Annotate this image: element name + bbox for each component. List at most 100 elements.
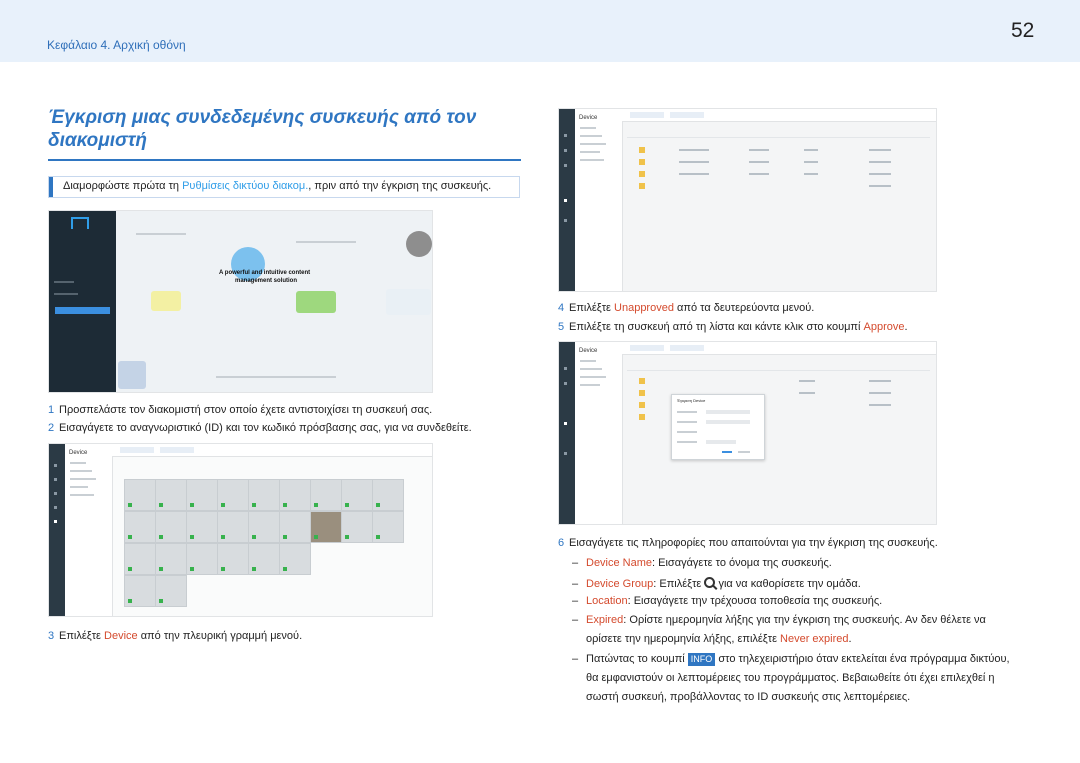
login-panel [49, 211, 116, 392]
page-header [0, 0, 1080, 62]
expired-input [706, 440, 736, 444]
bullet-label: Location [586, 595, 628, 607]
step-text-end: από τα δευτερεύοντα μενού. [673, 302, 815, 314]
bullet-text-end: για να καθορίσετε την ομάδα. [715, 578, 861, 590]
table-cell [799, 392, 815, 394]
bullet-text: : Εισαγάγετε το όνομα της συσκευής. [652, 557, 832, 569]
never-expired-label: Never expired [780, 633, 849, 645]
device-icon [564, 199, 567, 202]
status-icon [345, 535, 349, 539]
avatar-photo [406, 231, 432, 257]
bullet-device-group: – Device Group: Επιλέξτε για να καθορίσετ… [572, 577, 861, 590]
tab [630, 345, 664, 351]
approve-dialog-screenshot: Device Έγκριση Device [558, 341, 937, 525]
table-cell [869, 149, 891, 151]
device-tiles-screenshot: Device [48, 443, 433, 617]
status-icon [159, 567, 163, 571]
field-label [677, 441, 697, 443]
status-icon [128, 599, 132, 603]
table-cell [799, 380, 815, 382]
bullet-text-end: στο τηλεχειριστήριο όταν εκτελείται ένα … [715, 653, 1010, 665]
step-number: 2 [48, 422, 55, 434]
bullet-location: – Location: Εισαγάγετε την τρέχουσα τοποθ… [572, 595, 883, 607]
page-number: 52 [1011, 19, 1035, 42]
bullet-text: : Επιλέξτε [653, 578, 705, 590]
table-cell [679, 173, 709, 175]
status-icon [190, 535, 194, 539]
step-1: 1 Προσπελάστε τον διακομιστή στον οποίο έ… [48, 404, 432, 416]
note-box: Διαμορφώστε πρώτα τη Ρυθμίσεις δικτύου δ… [48, 176, 520, 198]
device-tile [248, 511, 280, 543]
status-icon [376, 503, 380, 507]
device-tile [155, 479, 187, 511]
menu-line [70, 470, 92, 472]
device-tile [248, 543, 280, 575]
table-cell [804, 173, 818, 175]
magicinfo-logo [71, 217, 89, 229]
step-number: 4 [558, 302, 565, 314]
device-tile-photo [310, 511, 342, 543]
menu-line [70, 462, 86, 464]
step-highlight: Device [104, 630, 138, 642]
table-cell [749, 173, 769, 175]
table-cell [869, 380, 891, 382]
step-number: 5 [558, 321, 565, 333]
status-icon [190, 503, 194, 507]
device-menu: Device [575, 109, 623, 291]
device-tile [155, 575, 187, 607]
status-icon [283, 535, 287, 539]
status-icon [159, 599, 163, 603]
sidebar-icon [54, 464, 57, 467]
note-accent-bar [49, 177, 53, 197]
cancel-button [738, 451, 750, 453]
device-tile [217, 543, 249, 575]
note-text: Διαμορφώστε πρώτα τη Ρυθμίσεις δικτύου δ… [63, 180, 491, 192]
status-icon [159, 503, 163, 507]
ok-button [722, 451, 732, 453]
bullet-text: θα εμφανιστούν οι λεπτομέρειες του προγρ… [586, 672, 995, 684]
status-icon [221, 503, 225, 507]
network-settings-link[interactable]: Ρυθμίσεις δικτύου διακομ. [182, 180, 308, 192]
green-card [296, 291, 336, 313]
device-tile [186, 479, 218, 511]
table-cell [869, 185, 891, 187]
status-icon [252, 535, 256, 539]
approve-dialog: Έγκριση Device [671, 394, 765, 460]
sidebar-icon [564, 367, 567, 370]
device-tile [372, 479, 404, 511]
sidebar-icon [564, 219, 567, 222]
status-icon [252, 567, 256, 571]
bullet-label: Expired [586, 614, 624, 626]
status-icon [128, 567, 132, 571]
unapproved-list-screenshot: Device [558, 108, 937, 292]
menu-title: Device [69, 450, 88, 456]
device-menu: Device [65, 444, 113, 616]
device-icon [54, 520, 57, 523]
step-text: Εισαγάγετε το αναγνωριστικό (ID) και τον… [59, 422, 472, 434]
login-headline: A powerful and intuitive content [219, 270, 311, 276]
sidebar-icon [564, 382, 567, 385]
dialog-title: Έγκριση Device [677, 398, 706, 403]
step-text: Επιλέξτε [569, 302, 615, 314]
sidebar-icon [564, 134, 567, 137]
table-cell [749, 161, 769, 163]
table-cell [869, 161, 891, 163]
sidebar-icon [54, 506, 57, 509]
sidebar-icon [54, 478, 57, 481]
menu-title: Device [579, 115, 598, 121]
step-text: Επιλέξτε [59, 630, 105, 642]
bullet-expired: – Expired: Ορίστε ημερομηνία λήξης για τη… [572, 614, 986, 626]
bullet-label: Device Name [586, 557, 653, 569]
login-screenshot: A powerful and intuitive content managem… [48, 210, 433, 393]
device-tile [279, 479, 311, 511]
device-icon [564, 422, 567, 425]
login-subheadline: management solution [235, 278, 298, 284]
step-highlight: Approve [863, 321, 905, 333]
bullet-text: : Εισαγάγετε την τρέχουσα τοποθεσία της … [627, 595, 883, 607]
status-icon [159, 535, 163, 539]
dashboard-preview [116, 211, 432, 392]
bullet-label: Device Group [586, 578, 654, 590]
device-tile [155, 543, 187, 575]
table-cell [869, 392, 891, 394]
device-tile [186, 543, 218, 575]
